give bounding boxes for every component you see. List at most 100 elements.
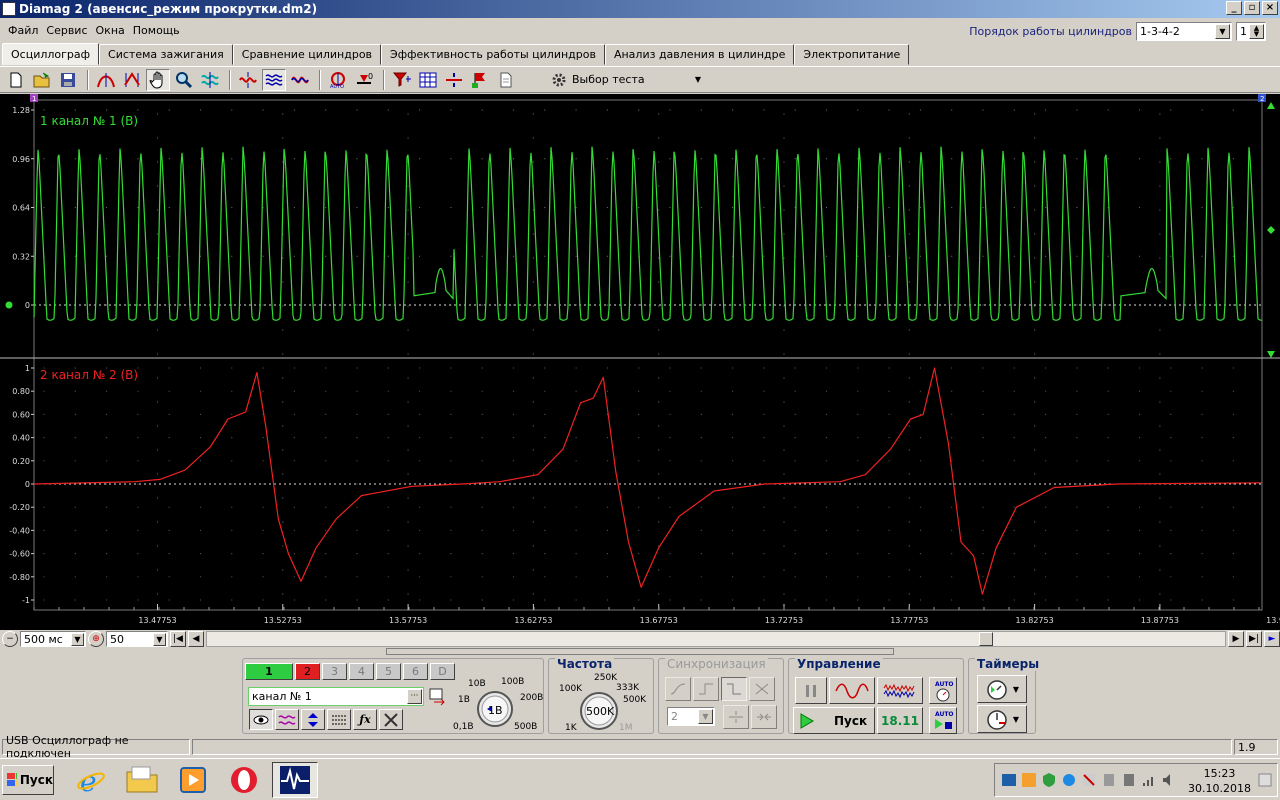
timebase-select[interactable]: 500 мс ▼	[20, 631, 86, 647]
offset-button[interactable]	[301, 709, 325, 730]
start-menu-button[interactable]: Пуск	[2, 764, 54, 795]
sync-up-button[interactable]	[693, 677, 719, 701]
clock[interactable]: 15:23 30.10.2018	[1188, 766, 1251, 796]
channel-2-button[interactable]: 2	[295, 663, 320, 680]
points-select[interactable]: 50 ▼	[106, 631, 168, 647]
scroll-end-button[interactable]: ▶|	[1246, 631, 1262, 647]
menu-file[interactable]: Файл	[4, 24, 42, 37]
time-scrollbar[interactable]	[206, 631, 1226, 647]
tab-ignition[interactable]: Система зажигания	[99, 44, 233, 65]
tray-usb-icon[interactable]	[1121, 772, 1137, 788]
tray-device-icon[interactable]	[1101, 772, 1117, 788]
tab-oscilloscope[interactable]: Осциллограф	[2, 43, 100, 65]
multi-mode-button[interactable]	[877, 677, 923, 704]
auto-button[interactable]: AUTO	[929, 677, 957, 704]
grid-dot	[325, 206, 327, 209]
taskbar-media-player[interactable]	[170, 762, 216, 798]
cylinder-count-stepper[interactable]: 1 ▲ ▼	[1236, 21, 1266, 41]
play-scroll-button[interactable]: ►	[1264, 631, 1280, 647]
tab-cylinder-efficiency[interactable]: Эффективность работы цилиндров	[381, 44, 605, 65]
tray-volume-icon[interactable]	[1161, 772, 1177, 788]
zero-button[interactable]: 0	[352, 69, 376, 91]
menu-help[interactable]: Помощь	[129, 24, 184, 37]
taskbar-diamag[interactable]	[272, 761, 318, 798]
auto-setup-button[interactable]: AUTO	[326, 69, 350, 91]
grid-dot	[1045, 553, 1047, 555]
sync-level-button[interactable]	[723, 705, 749, 729]
timebase-decrease-icon[interactable]: −	[2, 631, 18, 647]
compress-button[interactable]	[236, 69, 260, 91]
single-mode-button[interactable]	[829, 677, 875, 704]
filter-button[interactable]	[390, 69, 414, 91]
tab-pressure-analysis[interactable]: Анализ давления в цилиндре	[604, 44, 795, 65]
oscilloscope-view[interactable]: 1.28 0.96 0.64 0.32 0 1 канал № 1 (В) 1 0.80 0.6…	[0, 94, 1280, 632]
close-button[interactable]: ×	[1262, 1, 1278, 15]
channel-5-button[interactable]: 5	[376, 663, 401, 680]
channel-4-button[interactable]: 4	[349, 663, 374, 680]
sync-center-button[interactable]	[751, 705, 777, 729]
scroll-right-button[interactable]: ▶	[1228, 631, 1244, 647]
grid-dot	[387, 367, 389, 369]
points-icon[interactable]: ⊕	[88, 631, 104, 647]
tray-sync-icon[interactable]	[1061, 772, 1077, 788]
taskbar-explorer[interactable]	[119, 762, 165, 798]
sync-down-button[interactable]	[721, 677, 747, 701]
tray-app-icon[interactable]	[1021, 772, 1037, 788]
overlay-waves-button[interactable]	[262, 68, 286, 91]
function-button[interactable]: ƒx	[353, 709, 377, 730]
grid-dot	[532, 161, 535, 163]
sync-off-button[interactable]	[749, 677, 775, 701]
taskbar-opera[interactable]	[221, 762, 267, 798]
tray-network-icon[interactable]	[1001, 772, 1017, 788]
new-file-button[interactable]	[4, 69, 28, 91]
oscilloscope-canvas[interactable]: 1.28 0.96 0.64 0.32 0 1 канал № 1 (В) 1 0.80 0.6…	[0, 94, 1280, 630]
fft-button[interactable]	[288, 69, 312, 91]
maximize-button[interactable]: ▫	[1244, 1, 1260, 15]
menu-windows[interactable]: Окна	[92, 24, 129, 37]
open-file-button[interactable]	[30, 69, 54, 91]
report-button[interactable]	[494, 69, 518, 91]
tray-security-icon[interactable]	[1041, 772, 1057, 788]
channel-1-button[interactable]: 1	[245, 663, 293, 680]
grid-dot	[293, 437, 295, 439]
panel-splitter[interactable]	[386, 648, 894, 655]
sync-rising-button[interactable]	[665, 677, 691, 701]
cylinder-order-select[interactable]: 1-3-4-2 ▼	[1136, 21, 1232, 41]
channel-name-field[interactable]: канал № 1 ···	[248, 687, 424, 706]
auto-run-button[interactable]: AUTO	[929, 707, 957, 734]
channel-3-button[interactable]: 3	[322, 663, 347, 680]
tab-power[interactable]: Электропитание	[794, 44, 910, 65]
hand-tool-button[interactable]	[146, 68, 170, 91]
settings-button[interactable]	[379, 709, 403, 730]
cursor-tool-button[interactable]	[94, 69, 118, 91]
zoom-button[interactable]	[172, 69, 196, 91]
flag-button[interactable]	[468, 69, 492, 91]
tray-alert-icon[interactable]	[1081, 772, 1097, 788]
test-select[interactable]: Выбор теста ▼	[550, 69, 705, 91]
sync-channel-select[interactable]: 2 ▼	[667, 707, 715, 726]
markers-button[interactable]	[442, 69, 466, 91]
start-button[interactable]: Пуск	[793, 707, 875, 734]
timer-2-button[interactable]: ▼	[977, 705, 1027, 733]
grid-button[interactable]	[416, 69, 440, 91]
menu-service[interactable]: Сервис	[42, 24, 91, 37]
time-scroll-thumb[interactable]	[979, 632, 993, 646]
invert-button[interactable]	[275, 709, 299, 730]
channel-6-button[interactable]: 6	[403, 663, 428, 680]
pause-button[interactable]	[795, 677, 827, 704]
copy-settings-icon[interactable]	[428, 687, 448, 707]
show-desktop-icon[interactable]	[1257, 772, 1273, 788]
show-channel-button[interactable]	[249, 709, 273, 730]
lines-button[interactable]	[327, 709, 351, 730]
auto-scale-button[interactable]	[198, 69, 222, 91]
measure-tool-button[interactable]	[120, 69, 144, 91]
tray-signal-icon[interactable]	[1141, 772, 1157, 788]
timer-1-button[interactable]: ▼	[977, 675, 1027, 703]
scroll-left-button[interactable]: ◀	[188, 631, 204, 647]
grid-dot	[156, 329, 159, 331]
scroll-start-button[interactable]: |◀	[170, 631, 186, 647]
taskbar-ie[interactable]: e	[68, 762, 114, 798]
save-button[interactable]	[56, 69, 80, 91]
minimize-button[interactable]: _	[1226, 1, 1242, 15]
tab-cylinder-compare[interactable]: Сравнение цилиндров	[232, 44, 382, 65]
